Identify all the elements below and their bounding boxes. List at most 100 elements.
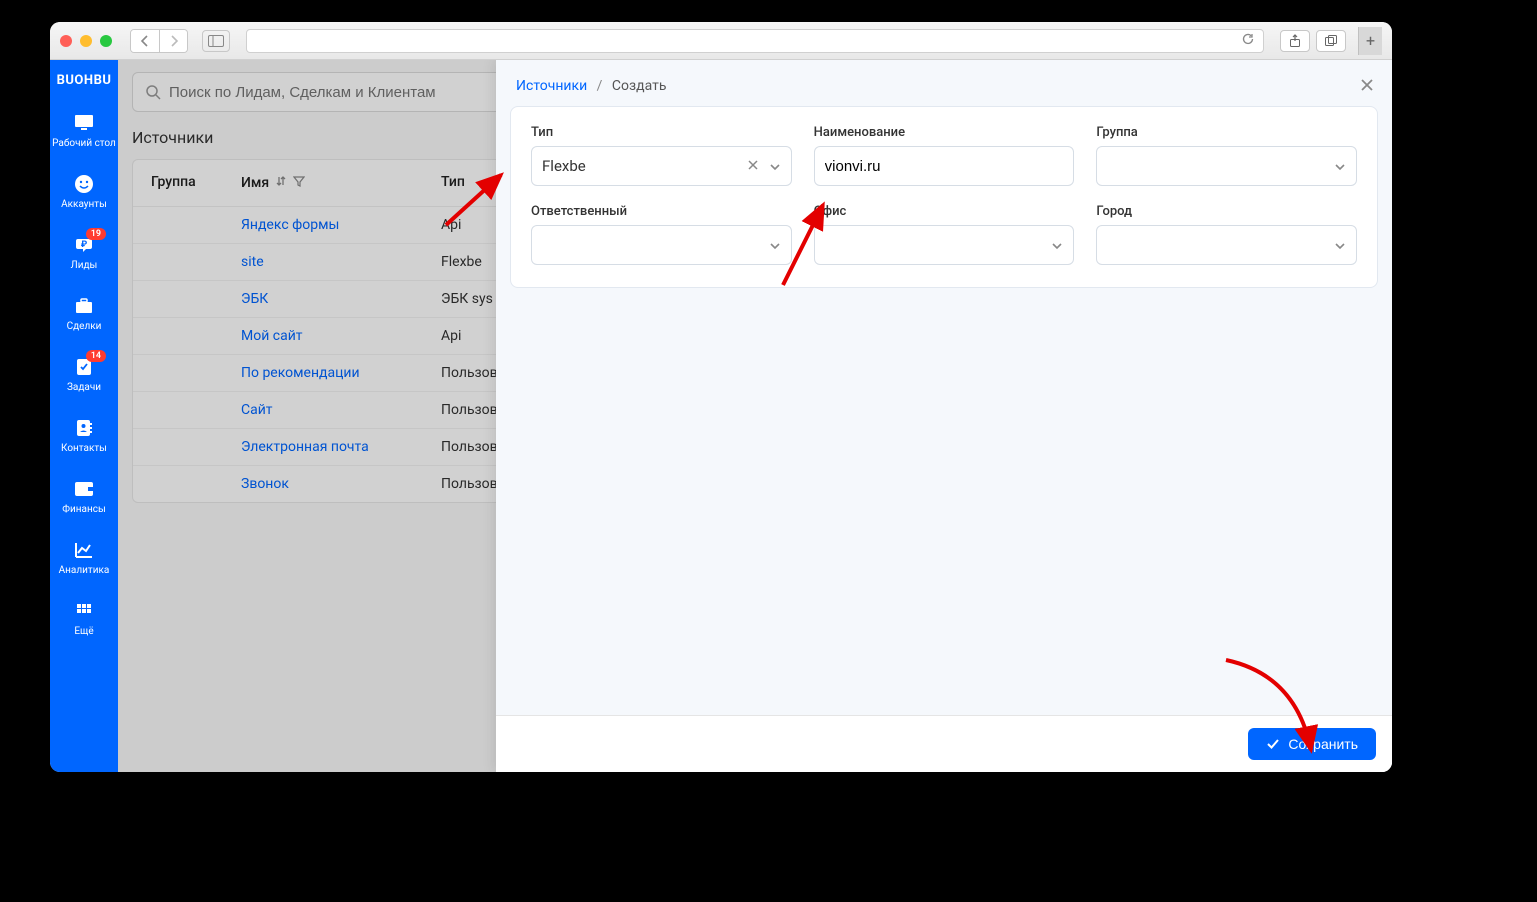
save-button[interactable]: Сохранить xyxy=(1248,728,1376,760)
sidebar-item-label: Контакты xyxy=(61,443,107,454)
select-office[interactable] xyxy=(814,225,1075,265)
breadcrumb: Источники / Создать xyxy=(496,60,1392,102)
sidebar-item-label: Задачи xyxy=(67,382,101,393)
reload-icon[interactable] xyxy=(1241,31,1255,50)
sort-icon[interactable] xyxy=(275,174,287,192)
smile-icon xyxy=(73,173,95,195)
select-type-value: Flexbe xyxy=(542,157,747,175)
chevron-down-icon[interactable] xyxy=(1334,236,1346,254)
more-icon xyxy=(73,600,95,622)
sidebar-item-more[interactable]: Ещё xyxy=(50,588,118,649)
select-responsible[interactable] xyxy=(531,225,792,265)
chevron-down-icon[interactable] xyxy=(1334,157,1346,175)
sidebar-item-label: Сделки xyxy=(67,321,102,332)
sidebar-item-label: Аккаунты xyxy=(61,199,107,210)
label-type: Тип xyxy=(531,125,792,140)
sidebar-item-deals[interactable]: Сделки xyxy=(50,283,118,344)
cell-group xyxy=(151,328,241,344)
search-icon xyxy=(145,84,161,100)
input-name-wrap xyxy=(814,146,1075,186)
field-office: Офис xyxy=(814,204,1075,265)
browser-window: + BUOHBU Рабочий стол Аккаунты 19 ₽ Лиды… xyxy=(50,22,1392,772)
panel-footer: Сохранить xyxy=(496,715,1392,772)
sidebar-item-finance[interactable]: Финансы xyxy=(50,466,118,527)
chevron-down-icon[interactable] xyxy=(769,157,781,175)
cell-name[interactable]: Сайт xyxy=(241,402,441,418)
field-responsible: Ответственный xyxy=(531,204,792,265)
tasks-badge: 14 xyxy=(86,350,106,362)
cell-name[interactable]: site xyxy=(241,254,441,270)
filter-icon[interactable] xyxy=(293,175,305,191)
clear-type-icon[interactable] xyxy=(747,157,759,175)
sidebar-item-contacts[interactable]: Контакты xyxy=(50,405,118,466)
col-header-name[interactable]: Имя xyxy=(241,174,441,192)
sidebar-item-tasks[interactable]: 14 Задачи xyxy=(50,344,118,405)
close-window-button[interactable] xyxy=(60,35,72,47)
cell-group xyxy=(151,439,241,455)
sidebar-toggle-button[interactable] xyxy=(202,30,230,52)
breadcrumb-current: Создать xyxy=(612,78,667,94)
label-office: Офис xyxy=(814,204,1075,219)
select-group[interactable] xyxy=(1096,146,1357,186)
input-name[interactable] xyxy=(825,158,1064,175)
sidebar-item-label: Аналитика xyxy=(59,565,110,576)
chevron-down-icon[interactable] xyxy=(1051,236,1063,254)
cell-group xyxy=(151,217,241,233)
col-header-group[interactable]: Группа xyxy=(151,174,241,192)
check-icon xyxy=(1266,738,1280,750)
back-button[interactable] xyxy=(131,30,159,52)
sidebar-item-label: Финансы xyxy=(62,504,105,515)
sidebar: BUOHBU Рабочий стол Аккаунты 19 ₽ Лиды С… xyxy=(50,60,118,772)
sidebar-item-accounts[interactable]: Аккаунты xyxy=(50,161,118,222)
field-name: Наименование xyxy=(814,125,1075,186)
breadcrumb-root[interactable]: Источники xyxy=(516,78,587,94)
nav-buttons xyxy=(130,29,188,53)
briefcase-icon xyxy=(73,295,95,317)
share-button[interactable] xyxy=(1280,30,1310,52)
wallet-icon xyxy=(73,478,95,500)
sidebar-item-label: Рабочий стол xyxy=(52,138,116,149)
cell-name[interactable]: Яндекс формы xyxy=(241,217,441,233)
app-body: BUOHBU Рабочий стол Аккаунты 19 ₽ Лиды С… xyxy=(50,60,1392,772)
form-card: Тип Flexbe Наименование xyxy=(510,106,1378,288)
sidebar-item-leads[interactable]: 19 ₽ Лиды xyxy=(50,222,118,283)
field-group: Группа xyxy=(1096,125,1357,186)
create-source-panel: Источники / Создать Тип Flexbe xyxy=(496,60,1392,772)
leads-badge: 19 xyxy=(86,228,106,240)
label-name: Наименование xyxy=(814,125,1075,140)
cell-name[interactable]: ЭБК xyxy=(241,291,441,307)
cell-name[interactable]: Электронная почта xyxy=(241,439,441,455)
chrome-right-controls xyxy=(1280,30,1346,52)
tabs-overview-button[interactable] xyxy=(1316,30,1346,52)
select-city[interactable] xyxy=(1096,225,1357,265)
cell-group xyxy=(151,476,241,492)
cell-group xyxy=(151,254,241,270)
label-city: Город xyxy=(1096,204,1357,219)
field-city: Город xyxy=(1096,204,1357,265)
new-tab-button[interactable]: + xyxy=(1358,27,1382,55)
sidebar-item-label: Ещё xyxy=(74,626,93,637)
sidebar-item-desktop[interactable]: Рабочий стол xyxy=(50,100,118,161)
contacts-icon xyxy=(73,417,95,439)
cell-group xyxy=(151,291,241,307)
cell-name[interactable]: Мой сайт xyxy=(241,328,441,344)
chevron-down-icon[interactable] xyxy=(769,236,781,254)
select-type[interactable]: Flexbe xyxy=(531,146,792,186)
url-bar[interactable] xyxy=(246,29,1264,53)
cell-name[interactable]: По рекомендации xyxy=(241,365,441,381)
save-button-label: Сохранить xyxy=(1288,736,1358,752)
sidebar-item-label: Лиды xyxy=(71,260,98,271)
label-responsible: Ответственный xyxy=(531,204,792,219)
cell-name[interactable]: Звонок xyxy=(241,476,441,492)
sidebar-item-analytics[interactable]: Аналитика xyxy=(50,527,118,588)
close-panel-button[interactable] xyxy=(1358,76,1376,98)
label-group: Группа xyxy=(1096,125,1357,140)
browser-chrome: + xyxy=(50,22,1392,60)
forward-button[interactable] xyxy=(159,30,187,52)
svg-text:₽: ₽ xyxy=(81,240,88,250)
field-type: Тип Flexbe xyxy=(531,125,792,186)
cell-group xyxy=(151,402,241,418)
minimize-window-button[interactable] xyxy=(80,35,92,47)
window-controls xyxy=(60,35,112,47)
maximize-window-button[interactable] xyxy=(100,35,112,47)
